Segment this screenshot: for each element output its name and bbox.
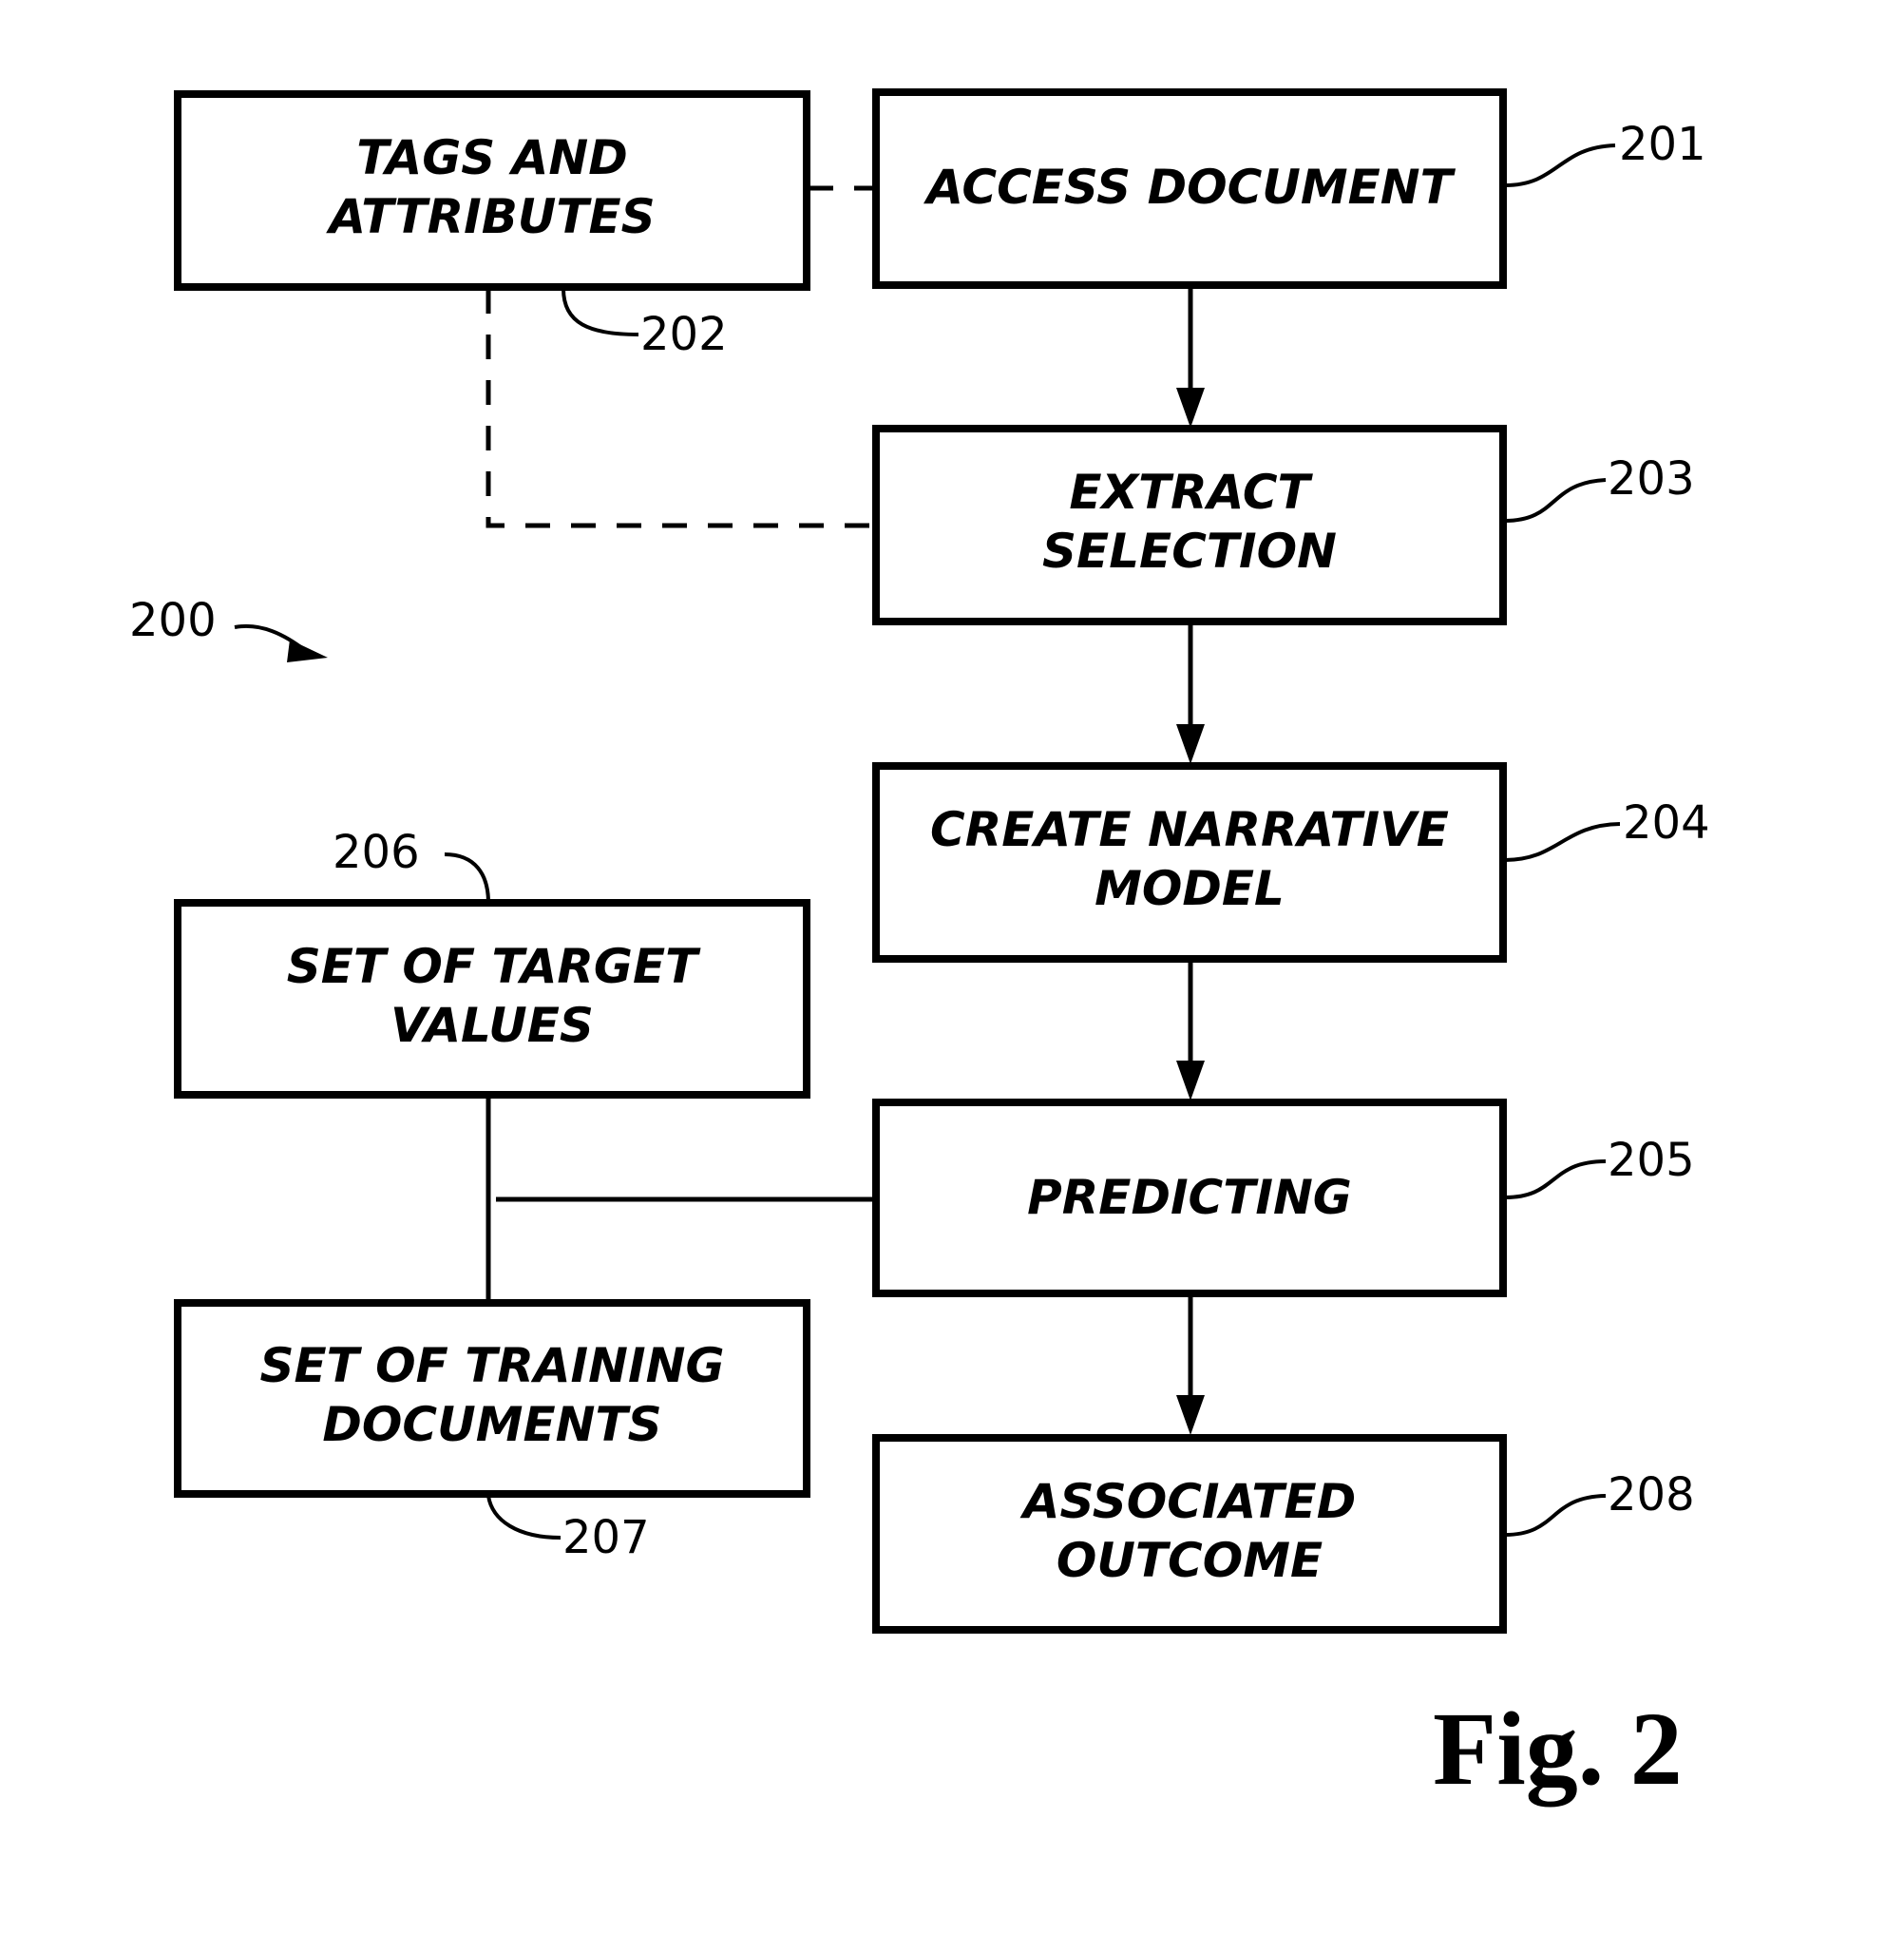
- ref-numeral: 208: [1608, 1468, 1695, 1521]
- node-set-of-target-values: SET OF TARGET VALUES: [174, 899, 810, 1099]
- ref-207: 207: [486, 1495, 650, 1564]
- diagram-reference-numeral: 200: [129, 594, 217, 647]
- arrowhead-icon: [1176, 1061, 1205, 1100]
- node-label-line: OUTCOME: [1057, 1533, 1323, 1588]
- node-label-line: SELECTION: [1042, 524, 1337, 579]
- ref-numeral: 204: [1623, 796, 1710, 850]
- node-label-line: ATTRIBUTES: [325, 189, 655, 244]
- node-label-line: ASSOCIATED: [1019, 1474, 1356, 1529]
- ref-numeral: 205: [1608, 1134, 1695, 1187]
- node-label-line: PREDICTING: [1027, 1170, 1352, 1225]
- ref-numeral: 203: [1608, 452, 1695, 506]
- node-label-line: MODEL: [1095, 861, 1285, 916]
- arrowhead-icon: [1176, 724, 1205, 764]
- arrow-204-to-205: [1176, 959, 1205, 1100]
- node-label-line: CREATE NARRATIVE: [930, 802, 1449, 857]
- ref-200: 200: [129, 594, 328, 662]
- ref-numeral: 201: [1619, 118, 1706, 171]
- node-set-of-training-documents: SET OF TRAINING DOCUMENTS: [174, 1299, 810, 1498]
- arrow-203-to-204: [1176, 622, 1205, 764]
- ref-numeral: 206: [333, 826, 420, 879]
- arrow-201-to-203: [1176, 285, 1205, 428]
- node-label-line: TAGS AND: [356, 130, 627, 185]
- figure-caption: Fig. 2: [1433, 1691, 1683, 1807]
- arrowhead-icon: [1176, 1395, 1205, 1435]
- ref-206: 206: [333, 826, 490, 904]
- node-extract-selection: EXTRACT SELECTION: [872, 425, 1507, 625]
- ref-208: 208: [1504, 1468, 1695, 1537]
- node-predicting: PREDICTING: [872, 1099, 1507, 1297]
- node-tags-and-attributes: TAGS AND ATTRIBUTES: [174, 90, 810, 291]
- arrowhead-icon: [1176, 388, 1205, 428]
- node-label-line: VALUES: [390, 998, 594, 1053]
- ref-numeral: 202: [640, 308, 728, 361]
- ref-205: 205: [1504, 1134, 1695, 1199]
- node-label-line: SET OF TARGET: [287, 939, 701, 994]
- ref-201: 201: [1504, 118, 1706, 187]
- node-label-line: DOCUMENTS: [322, 1397, 661, 1452]
- curved-arrow-icon: [287, 640, 328, 662]
- node-access-document: ACCESS DOCUMENT: [872, 88, 1507, 289]
- ref-203: 203: [1504, 452, 1695, 523]
- node-label-line: SET OF TRAINING: [260, 1338, 725, 1393]
- node-create-narrative-model: CREATE NARRATIVE MODEL: [872, 762, 1507, 963]
- arrow-205-to-208: [1176, 1293, 1205, 1435]
- node-label-line: ACCESS DOCUMENT: [923, 160, 1456, 215]
- node-associated-outcome: ASSOCIATED OUTCOME: [872, 1434, 1507, 1634]
- flowchart: TAGS AND ATTRIBUTES ACCESS DOCUMENT EXTR…: [129, 88, 1710, 1807]
- ref-202: 202: [562, 288, 728, 361]
- ref-numeral: 207: [562, 1511, 650, 1564]
- ref-204: 204: [1504, 796, 1710, 862]
- node-label-line: EXTRACT: [1069, 465, 1313, 520]
